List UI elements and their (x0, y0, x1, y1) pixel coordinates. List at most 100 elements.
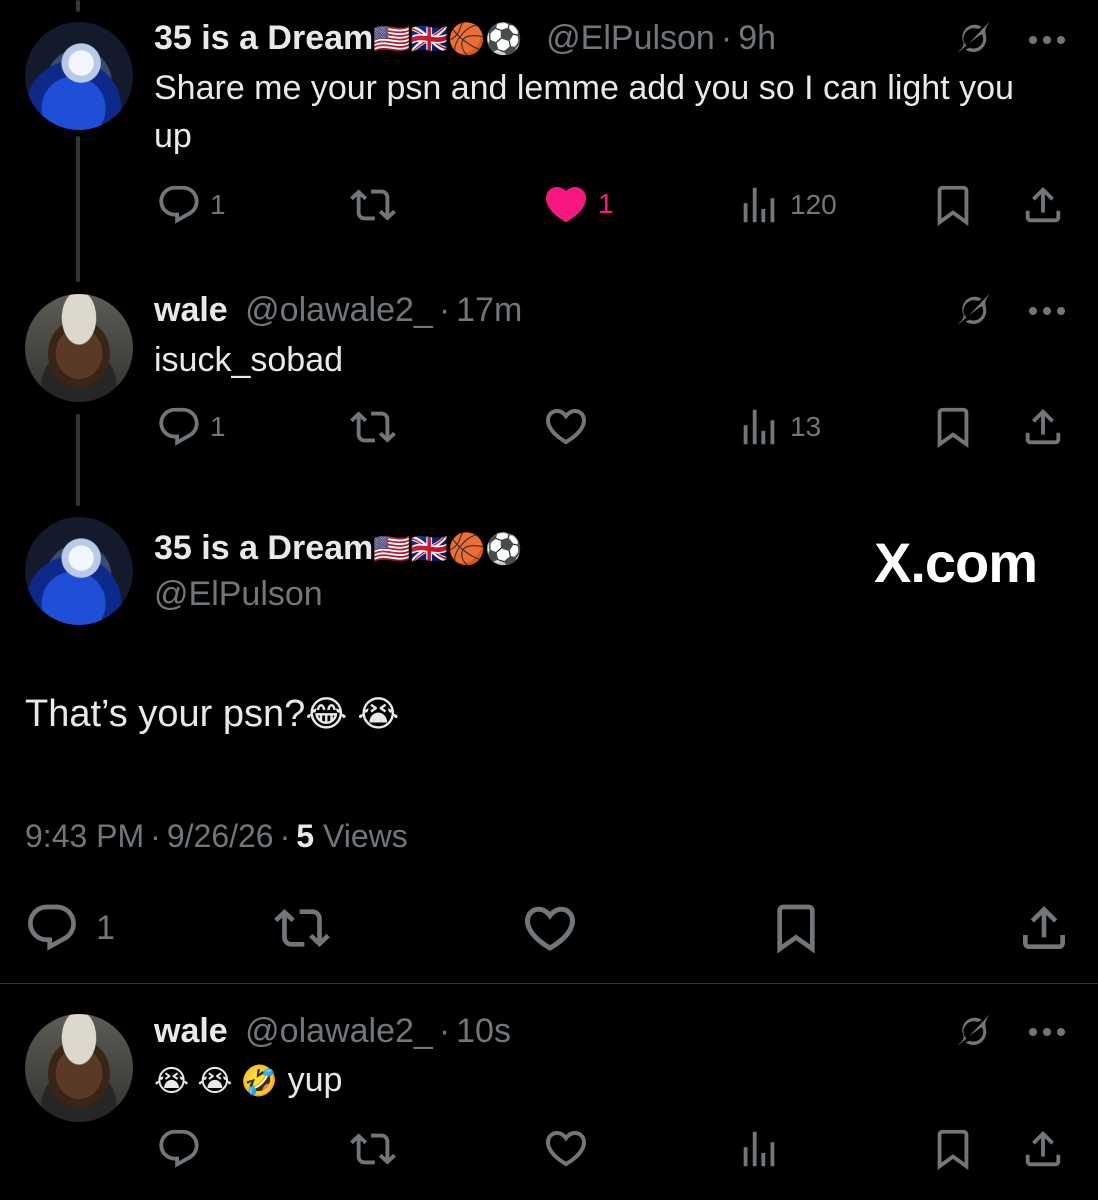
timestamp[interactable]: 9h (738, 19, 776, 57)
retweet-button[interactable] (350, 404, 396, 450)
heart-icon (542, 180, 590, 228)
retweet-icon (350, 1126, 396, 1172)
retweet-icon (350, 182, 396, 228)
views-count: 13 (790, 411, 822, 442)
separator: · (279, 818, 291, 854)
more-icon[interactable] (1027, 1022, 1071, 1042)
thread-line-1 (76, 136, 80, 282)
bookmark-button[interactable] (930, 404, 976, 450)
divider (0, 983, 1098, 984)
handle[interactable]: @olawale2_ (245, 1012, 433, 1050)
separator: · (438, 1012, 451, 1050)
tweet-date[interactable]: 9/26/26 (167, 818, 274, 854)
tweet-text: 😭 😭 🤣 yup (154, 1056, 342, 1106)
more-icon[interactable] (1027, 30, 1071, 50)
watermark: X.com (874, 531, 1038, 594)
reply-icon (24, 900, 80, 956)
share-icon (1020, 182, 1066, 228)
timestamp[interactable]: 10s (456, 1012, 511, 1050)
bookmark-icon (768, 900, 824, 956)
like-button[interactable] (542, 1124, 590, 1172)
separator: · (150, 818, 161, 854)
reply-button[interactable]: 1 (24, 900, 115, 956)
heart-icon (520, 898, 580, 958)
like-button[interactable]: 1 (542, 180, 614, 228)
reply-button[interactable] (156, 1126, 202, 1172)
grok-icon[interactable] (952, 18, 996, 62)
heart-icon (542, 1124, 590, 1172)
views-button[interactable]: 120 (736, 182, 837, 228)
tweet-text-main: That’s your psn? (25, 693, 306, 735)
reply-button[interactable]: 1 (156, 182, 226, 228)
avatar[interactable] (25, 517, 133, 625)
retweet-button[interactable] (350, 182, 396, 228)
reply-count: 1 (96, 908, 115, 947)
share-icon (1016, 900, 1072, 956)
handle[interactable]: @olawale2_ (245, 291, 433, 329)
avatar[interactable] (25, 294, 133, 402)
retweet-button[interactable] (274, 900, 330, 956)
tweet-header: wale @olawale2_ · 17m (154, 290, 522, 330)
share-icon (1020, 404, 1066, 450)
views-icon (736, 404, 782, 450)
name-emojis: 🇺🇸🇬🇧🏀⚽ (373, 533, 523, 566)
separator: · (720, 19, 733, 57)
share-button[interactable] (1020, 404, 1066, 450)
views-count: 5 (296, 818, 315, 854)
share-button[interactable] (1020, 1126, 1066, 1172)
bookmark-icon (930, 182, 976, 228)
views-icon (736, 1126, 782, 1172)
grok-icon[interactable] (952, 290, 996, 334)
tweet-text-emojis: 😭 😭 🤣 (154, 1065, 279, 1098)
bookmark-button[interactable] (930, 182, 976, 228)
display-name[interactable]: wale (154, 291, 228, 329)
tweet-header: 35 is a Dream🇺🇸🇬🇧🏀⚽ (154, 528, 523, 570)
more-icon[interactable] (1027, 301, 1071, 321)
reply-count: 1 (210, 189, 226, 220)
reply-icon (156, 404, 202, 450)
tweet-meta: 9:43 PM · 9/26/26 · 5 Views (25, 818, 408, 855)
avatar[interactable] (25, 1014, 133, 1122)
retweet-icon (350, 404, 396, 450)
timestamp[interactable]: 17m (456, 291, 522, 329)
share-button[interactable] (1016, 900, 1072, 956)
avatar[interactable] (25, 22, 133, 130)
handle[interactable]: @ElPulson (546, 19, 715, 57)
thread-line-2 (76, 414, 80, 506)
like-button[interactable] (520, 898, 580, 958)
retweet-button[interactable] (350, 1126, 396, 1172)
reply-icon (156, 182, 202, 228)
share-button[interactable] (1020, 182, 1066, 228)
separator: · (438, 291, 451, 329)
display-name[interactable]: 35 is a Dream (154, 529, 373, 567)
like-count: 1 (598, 188, 614, 219)
tweet-text: isuck_sobad (154, 341, 344, 379)
handle[interactable]: @ElPulson (154, 574, 323, 614)
name-emojis: 🇺🇸🇬🇧🏀⚽ (373, 23, 523, 56)
bookmark-icon (930, 404, 976, 450)
display-name[interactable]: wale (154, 1012, 228, 1050)
reply-button[interactable]: 1 (156, 404, 226, 450)
views-label: Views (322, 818, 408, 854)
grok-icon[interactable] (952, 1011, 996, 1055)
bookmark-icon (930, 1126, 976, 1172)
tweet-text-emojis: 😂 😭 (305, 693, 400, 734)
display-name[interactable]: 35 is a Dream (154, 19, 373, 57)
views-button[interactable]: 13 (736, 404, 821, 450)
views-icon (736, 182, 782, 228)
tweet-text: Share me your psn and lemme add you so I… (154, 69, 1014, 155)
bookmark-button[interactable] (768, 900, 824, 956)
thread-line-top (76, 0, 80, 12)
bookmark-button[interactable] (930, 1126, 976, 1172)
heart-icon (542, 402, 590, 450)
views-button[interactable] (736, 1126, 782, 1172)
views-count: 120 (790, 189, 837, 220)
tweet-text: That’s your psn?😂 😭 (25, 690, 399, 738)
reply-count: 1 (210, 411, 226, 442)
tweet-header: 35 is a Dream🇺🇸🇬🇧🏀⚽ @ElPulson · 9h (154, 18, 776, 60)
tweet-time[interactable]: 9:43 PM (25, 818, 144, 854)
like-button[interactable] (542, 402, 590, 450)
tweet-text-main: yup (287, 1061, 343, 1099)
share-icon (1020, 1126, 1066, 1172)
retweet-icon (274, 900, 330, 956)
